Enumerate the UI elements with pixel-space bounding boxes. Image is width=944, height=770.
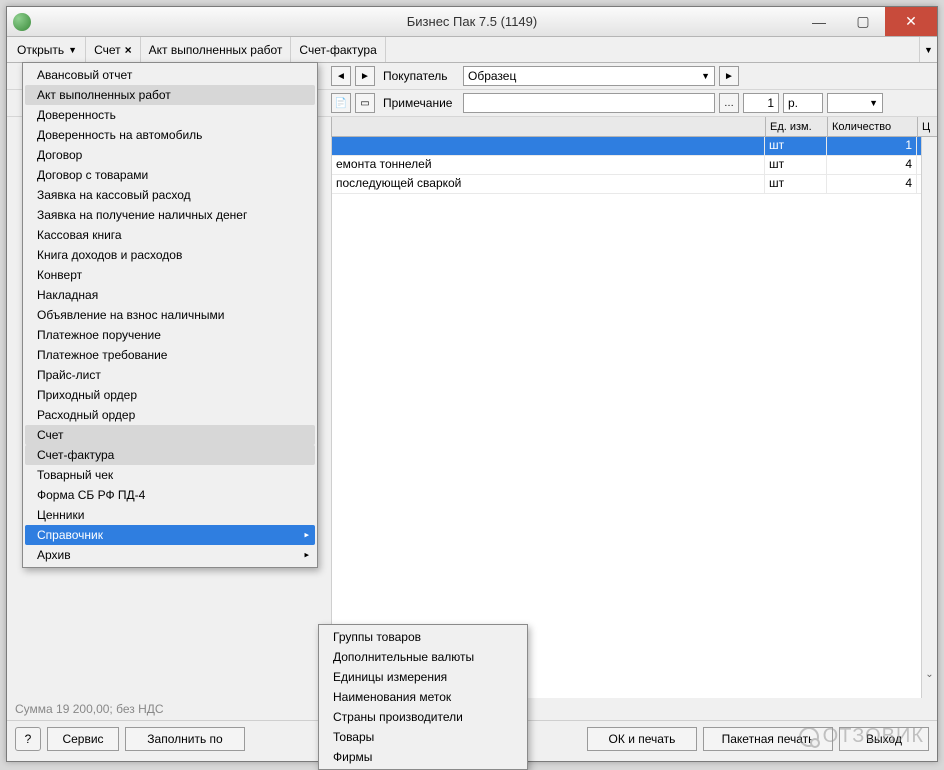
menu-item[interactable]: Авансовый отчет	[25, 65, 315, 85]
menu-item[interactable]: Доверенность на автомобиль	[25, 125, 315, 145]
menu-item[interactable]: Архив▸	[25, 545, 315, 565]
qty-input[interactable]	[743, 93, 779, 113]
tabs-overflow-button[interactable]: ▼	[919, 37, 937, 62]
col-name[interactable]	[331, 117, 765, 136]
buyer-combo[interactable]: Образец ▼	[463, 66, 715, 86]
menu-item[interactable]: Ценники	[25, 505, 315, 525]
tab-account[interactable]: Счет ×	[86, 37, 141, 62]
remove-note-button[interactable]: ▭	[355, 93, 375, 113]
tab-act[interactable]: Акт выполненных работ	[141, 37, 292, 62]
submenu-item[interactable]: Дополнительные валюты	[321, 647, 525, 667]
open-menu-button[interactable]: Открыть ▼	[9, 37, 86, 62]
submenu-item[interactable]: Товары	[321, 727, 525, 747]
submenu-item[interactable]: Наименования меток	[321, 687, 525, 707]
table-row[interactable]: емонта тоннелей шт 4	[332, 156, 937, 175]
submenu-item[interactable]: Фирмы	[321, 747, 525, 767]
titlebar: Бизнес Пак 7.5 (1149) — ▢ ✕	[7, 7, 937, 37]
help-button[interactable]: ?	[15, 727, 41, 751]
extra-combo[interactable]: ▼	[827, 93, 883, 113]
tab-act-label: Акт выполненных работ	[149, 43, 283, 57]
menu-item[interactable]: Заявка на кассовый расход	[25, 185, 315, 205]
buyer-value: Образец	[468, 69, 516, 83]
menu-item[interactable]: Книга доходов и расходов	[25, 245, 315, 265]
note-more-button[interactable]: …	[719, 93, 739, 113]
menu-item[interactable]: Платежное поручение	[25, 325, 315, 345]
reference-submenu: Группы товаровДополнительные валютыЕдини…	[318, 624, 528, 770]
col-qty[interactable]: Количество	[827, 117, 917, 136]
tab-invoice-label: Счет-фактура	[299, 43, 376, 57]
menu-item[interactable]: Договор с товарами	[25, 165, 315, 185]
table-row[interactable]: последующей сваркой шт 4	[332, 175, 937, 194]
menu-item[interactable]: Товарный чек	[25, 465, 315, 485]
next-record-button[interactable]: ►	[355, 66, 375, 86]
buyer-label: Покупатель	[379, 69, 459, 83]
unit-label-combo[interactable]: p.	[783, 93, 823, 113]
col-price[interactable]: Ц	[917, 117, 937, 136]
menu-item[interactable]: Счет-фактура	[25, 445, 315, 465]
menu-item[interactable]: Договор	[25, 145, 315, 165]
fill-button[interactable]: Заполнить по	[125, 727, 245, 751]
caret-down-icon: ▼	[68, 45, 77, 55]
vertical-scrollbar[interactable]: ⌄	[921, 137, 937, 698]
table-body: шт 1 емонта тоннелей шт 4 последующей св…	[331, 137, 937, 698]
submenu-item[interactable]: Группы товаров	[321, 627, 525, 647]
exit-button[interactable]: Выход	[839, 727, 929, 751]
open-menu: Авансовый отчетАкт выполненных работДове…	[22, 62, 318, 568]
menu-item[interactable]: Платежное требование	[25, 345, 315, 365]
batch-print-button[interactable]: Пакетная печать	[703, 727, 833, 751]
menu-item[interactable]: Акт выполненных работ	[25, 85, 315, 105]
scroll-down-icon: ⌄	[924, 669, 935, 680]
menu-item[interactable]: Счет	[25, 425, 315, 445]
chevron-down-icon: ▼	[697, 71, 710, 81]
ok-print-button[interactable]: ОК и печать	[587, 727, 697, 751]
chevron-right-icon: ▸	[304, 530, 309, 541]
note-input[interactable]	[463, 93, 715, 113]
close-tab-icon[interactable]: ×	[125, 43, 132, 57]
menu-item[interactable]: Накладная	[25, 285, 315, 305]
window-controls: — ▢ ✕	[797, 7, 937, 36]
prev-record-button[interactable]: ◄	[331, 66, 351, 86]
menu-item[interactable]: Прайс-лист	[25, 365, 315, 385]
menu-item[interactable]: Кассовая книга	[25, 225, 315, 245]
note-label: Примечание	[379, 96, 459, 110]
minimize-button[interactable]: —	[797, 7, 841, 36]
menu-item[interactable]: Приходный ордер	[25, 385, 315, 405]
menu-item[interactable]: Объявление на взнос наличными	[25, 305, 315, 325]
open-label: Открыть	[17, 43, 64, 57]
col-unit[interactable]: Ед. изм.	[765, 117, 827, 136]
tab-invoice[interactable]: Счет-фактура	[291, 37, 385, 62]
service-button[interactable]: Сервис	[47, 727, 119, 751]
add-note-button[interactable]: 📄	[331, 93, 351, 113]
menu-item[interactable]: Заявка на получение наличных денег	[25, 205, 315, 225]
buyer-next-button[interactable]: ►	[719, 66, 739, 86]
menu-item[interactable]: Форма СБ РФ ПД-4	[25, 485, 315, 505]
chevron-right-icon: ▸	[304, 550, 309, 561]
tab-bar: Открыть ▼ Счет × Акт выполненных работ С…	[7, 37, 937, 63]
maximize-button[interactable]: ▢	[841, 7, 885, 36]
app-icon	[13, 13, 31, 31]
menu-item[interactable]: Доверенность	[25, 105, 315, 125]
submenu-item[interactable]: Страны производители	[321, 707, 525, 727]
menu-item[interactable]: Справочник▸	[25, 525, 315, 545]
table-header: Ед. изм. Количество Ц	[331, 117, 937, 137]
menu-item[interactable]: Расходный ордер	[25, 405, 315, 425]
tab-account-label: Счет	[94, 43, 121, 57]
submenu-item[interactable]: Единицы измерения	[321, 667, 525, 687]
table-row[interactable]: шт 1	[332, 137, 937, 156]
close-button[interactable]: ✕	[885, 7, 937, 36]
chevron-down-icon: ▼	[865, 98, 878, 108]
menu-item[interactable]: Конверт	[25, 265, 315, 285]
